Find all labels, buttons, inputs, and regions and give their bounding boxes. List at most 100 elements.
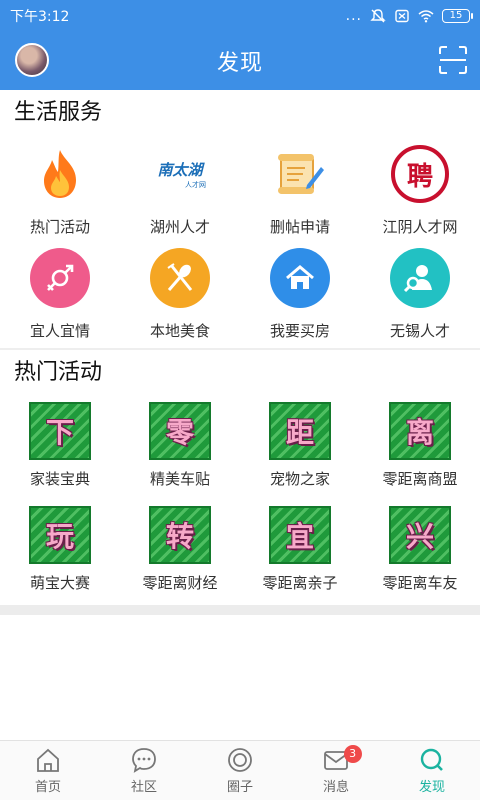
service-item-buy-house[interactable]: 我要买房: [240, 240, 360, 344]
search-icon: [420, 748, 443, 771]
service-label: 本地美食: [149, 322, 210, 340]
activity-tile-char: 零: [165, 416, 194, 449]
food-icon-bg: [150, 248, 210, 308]
house-icon: [286, 265, 314, 289]
activity-item[interactable]: 下 家装宝典: [0, 396, 120, 500]
status-time: 下午3:12: [10, 9, 70, 25]
activity-tile: 距: [269, 402, 331, 460]
activity-tile-char: 下: [45, 416, 74, 449]
hot-activities-grid: 下 家装宝典 零 精美车贴 距 宠物之家 离 零距离商盟 玩 萌宝大赛 转 零距…: [0, 396, 480, 604]
service-label: 宜人宜情: [29, 322, 90, 340]
scan-icon[interactable]: [438, 45, 468, 75]
bottom-nav: 首页 社区 圈子 3 消息 发现: [0, 740, 480, 800]
activity-tile-char: 玩: [45, 520, 74, 553]
nantaihu-logo-text: 南太湖: [157, 160, 203, 179]
page-title: 发现: [216, 51, 263, 76]
chat-bubble-icon: [132, 748, 156, 773]
battery-icon: 15: [442, 9, 473, 23]
service-item-local-food[interactable]: 本地美食: [120, 240, 240, 344]
service-label: 热门活动: [29, 218, 90, 236]
nav-label: 消息: [322, 780, 349, 795]
activity-label: 零距离车友: [382, 574, 458, 592]
nav-label: 首页: [34, 780, 61, 795]
activity-tile-char: 宜: [285, 520, 314, 553]
service-label: 湖州人才: [149, 218, 210, 236]
service-label: 江阴人才网: [382, 218, 458, 236]
service-item-huzhou-talent[interactable]: 南太湖 人才网 湖州人才: [120, 136, 240, 240]
status-icons: ... 15: [345, 8, 473, 24]
service-item-yiren-yiqing[interactable]: 宜人宜情: [0, 240, 120, 344]
circle-icon: [228, 748, 252, 772]
flame-icon: [44, 150, 76, 198]
activity-item[interactable]: 玩 萌宝大赛: [0, 500, 120, 604]
nav-item-community[interactable]: 社区: [96, 741, 192, 800]
activity-label: 宠物之家: [269, 470, 330, 488]
activity-label: 家装宝典: [29, 470, 90, 488]
activity-tile: 兴: [389, 506, 451, 564]
battery-level: 15: [449, 10, 463, 21]
nav-item-messages[interactable]: 3 消息: [288, 741, 384, 800]
activity-item[interactable]: 离 零距离商盟: [360, 396, 480, 500]
nav-item-circle[interactable]: 圈子: [192, 741, 288, 800]
gender-icon: [47, 264, 74, 291]
pin-logo-text: 聘: [406, 161, 433, 192]
life-services-title: 生活服务: [14, 100, 103, 125]
activity-item[interactable]: 转 零距离财经: [120, 500, 240, 604]
activity-tile: 转: [149, 506, 211, 564]
fork-spoon-icon: [167, 263, 193, 291]
service-label: 我要买房: [269, 322, 330, 340]
section-gap: [0, 605, 480, 615]
nav-item-discover[interactable]: 发现: [384, 741, 480, 800]
activity-item[interactable]: 零 精美车贴: [120, 396, 240, 500]
nav-label: 发现: [418, 780, 445, 795]
sim-off-icon: [395, 9, 409, 23]
gender-icon-bg: [30, 248, 90, 308]
service-item-jiangyin-talent[interactable]: 聘 江阴人才网: [360, 136, 480, 240]
activity-tile: 零: [149, 402, 211, 460]
service-label: 删帖申请: [269, 218, 330, 236]
activity-tile-char: 距: [285, 416, 314, 449]
activity-item[interactable]: 兴 零距离车友: [360, 500, 480, 604]
activity-tile: 下: [29, 402, 91, 460]
activity-tile-char: 兴: [405, 520, 434, 553]
activity-tile-char: 转: [165, 520, 194, 553]
life-services-grid: 热门活动 南太湖 人才网 湖州人才 删帖申请 聘 江阴人才网 宜人宜情 本地美食…: [0, 136, 480, 344]
activity-label: 精美车贴: [149, 470, 210, 488]
user-search-icon: [403, 265, 432, 293]
app-header: 下午3:12 ... 15 发现: [0, 0, 480, 90]
service-label: 无锡人才: [389, 322, 450, 340]
title-bar: 发现: [0, 32, 480, 90]
nav-label: 社区: [130, 780, 157, 795]
activity-item[interactable]: 宜 零距离亲子: [240, 500, 360, 604]
activity-label: 萌宝大赛: [29, 574, 90, 592]
discover-content: 生活服务 热门活动 南太湖 人才网 湖州人才 删帖申请 聘 江阴人才网 宜人宜情…: [0, 90, 480, 610]
empty-area: [0, 615, 480, 740]
status-bar: 下午3:12 ... 15: [0, 0, 480, 32]
home-icon: [37, 748, 59, 772]
activity-tile: 离: [389, 402, 451, 460]
service-item-delete-post[interactable]: 删帖申请: [240, 136, 360, 240]
house-icon-bg: [270, 248, 330, 308]
message-badge: 3: [343, 745, 362, 763]
nantaihu-logo: 南太湖 人才网: [150, 154, 210, 194]
avatar[interactable]: [15, 43, 49, 77]
nantaihu-logo-sub: 人才网: [185, 180, 206, 189]
more-dots-icon: ...: [345, 8, 362, 24]
service-item-wuxi-talent[interactable]: 无锡人才: [360, 240, 480, 344]
activity-item[interactable]: 距 宠物之家: [240, 396, 360, 500]
wifi-icon: [418, 10, 434, 23]
mute-bell-icon: [370, 9, 386, 23]
scroll-edit-icon: [278, 154, 324, 194]
activity-tile: 宜: [269, 506, 331, 564]
nav-label: 圈子: [226, 780, 253, 795]
activity-tile: 玩: [29, 506, 91, 564]
activity-tile-char: 离: [405, 416, 434, 449]
service-item-hot-activity[interactable]: 热门活动: [0, 136, 120, 240]
activity-label: 零距离亲子: [262, 574, 338, 592]
activity-label: 零距离商盟: [382, 470, 458, 488]
hot-activities-title: 热门活动: [14, 360, 103, 385]
user-search-icon-bg: [390, 248, 450, 308]
activity-label: 零距离财经: [142, 574, 218, 592]
nav-item-home[interactable]: 首页: [0, 741, 96, 800]
pin-logo: 聘: [391, 145, 449, 203]
